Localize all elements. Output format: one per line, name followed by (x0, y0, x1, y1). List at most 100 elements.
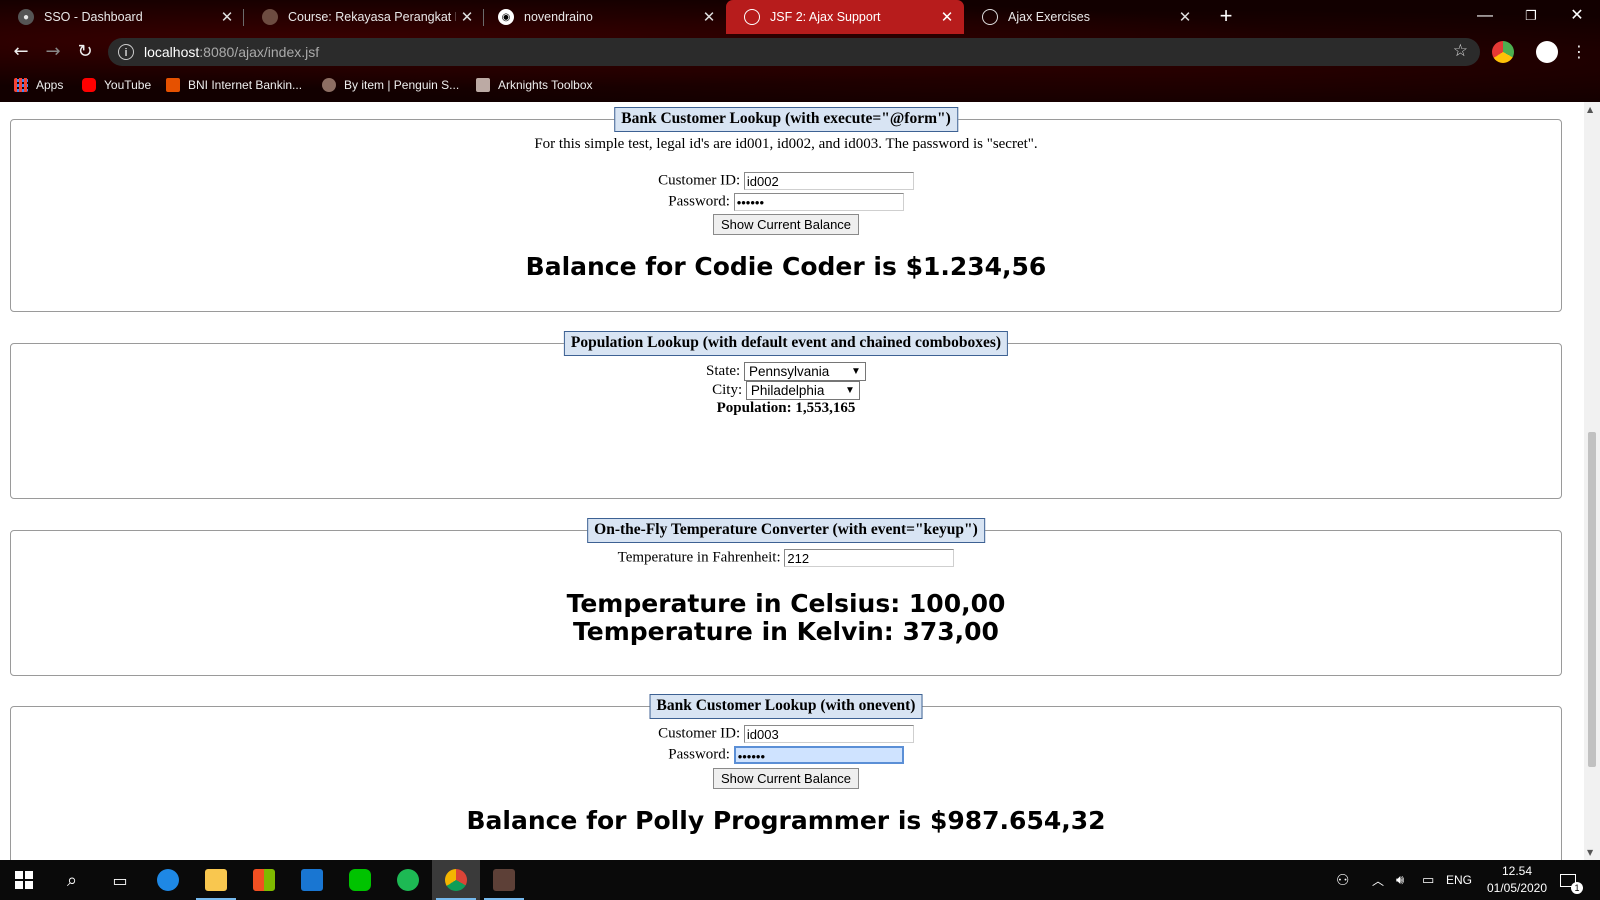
tab-github[interactable]: ◉ novendraino ✕ (484, 0, 726, 34)
extension-icon[interactable] (1492, 41, 1514, 63)
bookmarks-bar: Apps YouTube BNI Internet Bankin... By i… (0, 70, 1600, 102)
celsius-result: Temperature in Celsius: 100,00 (566, 589, 1006, 618)
apps-grid-icon (14, 78, 28, 92)
population-value: 1,553,165 (795, 400, 856, 416)
city-row: City: Philadelphia ▼ (11, 381, 1561, 400)
tab-title: JSF 2: Ajax Support (770, 10, 881, 24)
customer-id-input[interactable]: id003 (743, 725, 914, 743)
password-input[interactable]: •••••• (733, 193, 904, 211)
new-tab-button[interactable]: + (1214, 5, 1238, 29)
customer-id-row: Customer ID: id003 (11, 725, 1561, 743)
section-legend: Population Lookup (with default event an… (563, 331, 1009, 356)
language-indicator[interactable]: ENG (1446, 860, 1472, 900)
mail-taskbar-icon[interactable] (288, 860, 336, 900)
show-hidden-icons-chevron-icon[interactable]: ︿ (1372, 860, 1384, 900)
task-view-icon[interactable]: ▭ (96, 860, 144, 900)
edge-taskbar-icon[interactable] (144, 860, 192, 900)
fahrenheit-row: Temperature in Fahrenheit: 212 (11, 549, 1561, 567)
section-legend: On-the-Fly Temperature Converter (with e… (587, 518, 985, 543)
scroll-down-icon[interactable]: ▼ (1587, 848, 1593, 857)
address-url: localhost:8080/ajax/index.jsf (144, 44, 319, 60)
city-select[interactable]: Philadelphia ▼ (745, 381, 860, 400)
close-icon[interactable]: ✕ (216, 8, 238, 26)
vertical-scrollbar[interactable]: ▲ ▼ (1584, 102, 1600, 860)
show-balance-button[interactable]: Show Current Balance (712, 214, 860, 235)
scroll-up-icon[interactable]: ▲ (1587, 105, 1593, 114)
notification-count-badge: 1 (1571, 881, 1583, 894)
tab-ajax-exercises[interactable]: Ajax Exercises ✕ (964, 0, 1202, 34)
close-icon[interactable]: ✕ (936, 8, 958, 26)
chrome-taskbar-icon[interactable] (432, 860, 480, 900)
bookmark-penguin[interactable]: By item | Penguin S... (322, 78, 459, 92)
profile-avatar-icon[interactable] (1536, 41, 1558, 63)
customer-id-input[interactable]: id002 (743, 172, 914, 190)
close-icon[interactable]: ✕ (698, 8, 720, 26)
start-button[interactable] (0, 860, 48, 900)
address-bar[interactable]: i localhost:8080/ajax/index.jsf ☆ (108, 38, 1480, 66)
close-icon[interactable]: ✕ (1174, 8, 1196, 26)
tab-title: Ajax Exercises (1008, 10, 1090, 24)
back-arrow-icon[interactable]: ← (8, 39, 34, 65)
bni-icon (166, 78, 180, 92)
fahrenheit-label: Temperature in Fahrenheit: (617, 549, 781, 566)
page-content: Bank Customer Lookup (with execute="@for… (0, 102, 1584, 860)
button-row: Show Current Balance (11, 214, 1561, 235)
bookmark-star-icon[interactable]: ☆ (1453, 41, 1468, 61)
tab-title: novendraino (524, 10, 593, 24)
bookmark-bni[interactable]: BNI Internet Bankin... (166, 78, 302, 92)
minimize-button[interactable]: — (1462, 4, 1508, 28)
arknights-icon (476, 78, 490, 92)
game-taskbar-icon[interactable] (480, 860, 528, 900)
close-icon[interactable]: ✕ (456, 8, 478, 26)
forward-arrow-icon[interactable]: → (40, 39, 66, 65)
show-balance-button[interactable]: Show Current Balance (712, 768, 860, 789)
bookmark-label: By item | Penguin S... (344, 78, 460, 92)
spotify-taskbar-icon[interactable] (384, 860, 432, 900)
fahrenheit-input[interactable]: 212 (784, 549, 955, 567)
globe-icon (744, 9, 760, 25)
tab-jsf-ajax-support[interactable]: JSF 2: Ajax Support ✕ (726, 0, 964, 34)
clock-time: 12.54 (1501, 864, 1533, 878)
clock-date: 01/05/2020 (1486, 881, 1548, 895)
tab-course[interactable]: Course: Rekayasa Perangkat Luna ✕ (244, 0, 484, 34)
bookmark-label: BNI Internet Bankin... (188, 78, 303, 92)
bank-lookup-onevent-section: Bank Customer Lookup (with onevent) Cust… (10, 694, 1562, 860)
bookmark-label: YouTube (104, 78, 152, 92)
browser-toolbar: ← → ↻ i localhost:8080/ajax/index.jsf ☆ … (0, 34, 1600, 70)
customer-id-label: Customer ID: (658, 172, 741, 189)
clock[interactable]: 12.54 01/05/2020 (1482, 860, 1552, 900)
menu-kebab-icon[interactable]: ⋮ (1566, 39, 1592, 65)
button-row: Show Current Balance (11, 768, 1561, 789)
balance-result: Balance for Codie Coder is $1.234,56 (525, 252, 1047, 281)
people-icon[interactable]: ⚇ (1336, 860, 1349, 900)
scrollbar-thumb[interactable] (1588, 432, 1596, 767)
password-input[interactable]: •••••• (733, 746, 904, 764)
bookmark-apps[interactable]: Apps (14, 78, 63, 92)
store-taskbar-icon[interactable] (240, 860, 288, 900)
password-row: Password: •••••• (11, 746, 1561, 764)
site-info-icon[interactable]: i (118, 44, 134, 60)
search-icon[interactable]: ⌕ (48, 860, 96, 900)
bookmark-label: Arknights Toolbox (498, 78, 593, 92)
bookmark-youtube[interactable]: YouTube (82, 78, 151, 92)
reload-icon[interactable]: ↻ (72, 39, 98, 65)
file-explorer-taskbar-icon[interactable] (192, 860, 240, 900)
volume-icon[interactable]: 🔊︎ (1396, 860, 1404, 900)
windows-taskbar: ⌕ ▭ ⚇ ︿ 🔊︎ ▭ ENG 12.54 01/05/2020 1 (0, 860, 1600, 900)
section-legend: Bank Customer Lookup (with onevent) (649, 694, 923, 719)
action-center-icon[interactable]: 1 (1560, 860, 1583, 900)
city-label: City: (712, 381, 743, 398)
tab-title: Course: Rekayasa Perangkat Luna (288, 10, 456, 24)
network-icon[interactable]: ▭ (1422, 860, 1434, 900)
url-host: localhost (144, 44, 200, 60)
tab-sso-dashboard[interactable]: ● SSO - Dashboard ✕ (0, 0, 244, 34)
bookmark-arknights[interactable]: Arknights Toolbox (476, 78, 593, 92)
bank-lookup-form-section: Bank Customer Lookup (with execute="@for… (10, 107, 1562, 312)
line-taskbar-icon[interactable] (336, 860, 384, 900)
restore-button[interactable]: ❐ (1508, 4, 1554, 28)
state-select[interactable]: Pennsylvania ▼ (743, 362, 866, 381)
window-close-button[interactable]: ✕ (1554, 4, 1600, 28)
tab-strip: ● SSO - Dashboard ✕ Course: Rekayasa Per… (0, 0, 1600, 34)
penguin-icon (322, 78, 336, 92)
customer-id-label: Customer ID: (658, 725, 741, 742)
